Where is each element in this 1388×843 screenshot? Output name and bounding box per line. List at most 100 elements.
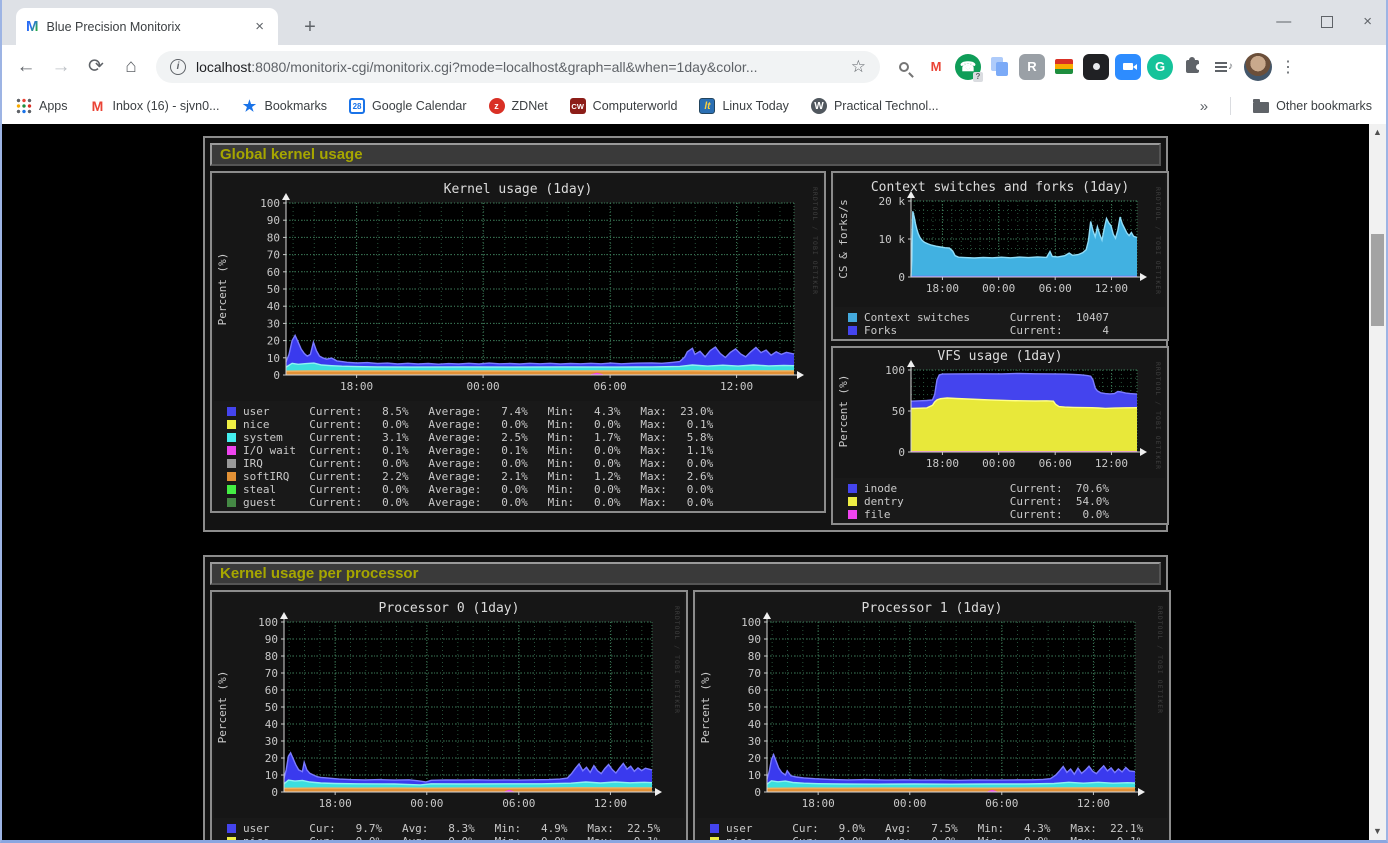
bookmarks-bar: Apps MInbox (16) - sjvn0... ★Bookmarks 28Go… [2,88,1386,124]
legend-row: dentry Current: 54.0% [848,495,1165,508]
bookmark-star-icon[interactable]: ☆ [851,57,866,77]
legend-row: user Cur: 9.7% Avg: 8.3% Min: 4.9% Max: … [227,822,684,835]
browser-menu-icon[interactable]: ⋮ [1279,57,1297,77]
legend-row: I/O wait Current: 0.1% Average: 0.1% Min… [227,444,822,457]
legend-text: I/O wait Current: 0.1% Average: 0.1% Min… [243,444,713,457]
bookmark-item[interactable]: MInbox (16) - sjvn0... [90,98,220,114]
svg-text:00:00: 00:00 [893,797,926,810]
section-title: Global kernel usage [210,143,1161,166]
url-text[interactable]: localhost:8080/monitorix-cgi/monitorix.c… [196,59,841,75]
legend-swatch [227,446,236,455]
bookmark-item[interactable]: ltLinux Today [699,98,789,114]
svg-text:60: 60 [265,684,278,697]
bookmark-label: Apps [39,99,68,113]
legend-row: user Cur: 9.0% Avg: 7.5% Min: 4.3% Max: … [710,822,1167,835]
svg-text:06:00: 06:00 [1039,282,1072,295]
new-tab-button[interactable]: + [297,15,323,41]
legend-text: file Current: 0.0% [864,508,1109,521]
close-button[interactable]: × [1363,14,1372,30]
profile-avatar[interactable] [1244,53,1272,81]
playlist-icon[interactable]: ♪ [1211,54,1237,80]
legend-swatch [227,498,236,507]
legend-swatch [710,837,719,840]
badge: ? [973,72,983,82]
google-voice-icon[interactable]: ☎? [955,54,981,80]
svg-text:70: 70 [748,667,761,680]
section-kernel-usage-per-processor: Kernel usage per processor 0102030405060… [203,555,1168,840]
window-controls: — × [1276,14,1372,30]
processor1-graph: 010203040506070809010018:0000:0006:0012:… [697,594,1167,840]
other-bookmarks-button[interactable]: Other bookmarks [1253,99,1372,113]
bookmarks-divider [1230,97,1231,115]
svg-text:12:00: 12:00 [1095,282,1128,295]
legend-text: nice Current: 0.0% Average: 0.0% Min: 0.… [243,418,713,431]
books-stack-icon[interactable] [1051,54,1077,80]
bookmark-item[interactable]: zZDNet [489,98,548,114]
svg-text:06:00: 06:00 [985,797,1018,810]
page-info-icon[interactable]: i [170,59,186,75]
password-person-icon[interactable] [1083,54,1109,80]
legend-text: Forks Current: 4 [864,324,1109,337]
svg-text:12:00: 12:00 [1095,457,1128,470]
grammarly-icon[interactable]: G [1147,54,1173,80]
chart-legend: Context switches Current: 10407Forks Cur… [835,311,1165,337]
browser-tab[interactable]: M Blue Precision Monitorix × [16,8,278,45]
scroll-up-icon[interactable]: ▲ [1369,124,1386,141]
legend-text: dentry Current: 54.0% [864,495,1109,508]
r-extension-icon[interactable]: R [1019,54,1045,80]
copy-pages-icon[interactable] [987,54,1013,80]
home-icon[interactable]: ⌂ [117,56,145,78]
svg-text:30: 30 [267,317,280,330]
browser-window: M Blue Precision Monitorix × + — × ← → ⟳… [0,0,1388,843]
bookmark-item[interactable]: Apps [16,98,68,114]
scrollbar-thumb[interactable] [1371,234,1384,326]
url-bar[interactable]: i localhost:8080/monitorix-cgi/monitorix… [156,51,880,83]
back-icon[interactable]: ← [12,56,40,78]
svg-text:Processor 1 (1day): Processor 1 (1day) [862,601,1003,616]
chart-cs: 010 k20 k18:0000:0006:0012:00Context swi… [835,175,1165,307]
bookmark-item[interactable]: W Practical Technol... [811,98,939,114]
svg-text:00:00: 00:00 [467,380,500,393]
wordpress-icon: W [811,98,827,114]
legend-swatch [710,824,719,833]
tab-close-icon[interactable]: × [251,18,268,35]
bookmark-label: Computerworld [593,99,678,113]
chart-legend: inode Current: 70.6%dentry Current: 54.0… [835,482,1165,521]
bookmark-item[interactable]: CWComputerworld [570,98,678,114]
minimize-button[interactable]: — [1276,14,1291,30]
processor0-graph: 010203040506070809010018:0000:0006:0012:… [214,594,684,840]
legend-swatch [848,313,857,322]
legend-text: nice Cur: 0.0% Avg: 0.0% Min: 0.0% Max: … [243,835,660,840]
svg-text:18:00: 18:00 [802,797,835,810]
extensions-puzzle-icon[interactable] [1179,54,1205,80]
svg-text:Context switches and forks (1: Context switches and forks (1day) [871,180,1129,195]
url-host: localhost [196,59,251,75]
legend-row: Context switches Current: 10407 [848,311,1165,324]
gmail-icon: M [90,98,106,114]
bookmark-label: Google Calendar [372,99,467,113]
svg-text:Processor 0 (1day): Processor 0 (1day) [379,601,520,616]
forward-icon[interactable]: → [47,56,75,78]
tab-strip: M Blue Precision Monitorix × + — × [2,0,1386,45]
scroll-down-icon[interactable]: ▼ [1369,823,1386,840]
legend-row: nice Current: 0.0% Average: 0.0% Min: 0.… [227,418,822,431]
legend-row: user Current: 8.5% Average: 7.4% Min: 4.… [227,405,822,418]
gmail-extension-icon[interactable]: M [923,54,949,80]
maximize-button[interactable] [1321,16,1333,28]
svg-text:0: 0 [898,271,905,284]
graph-cell-processor0: 010203040506070809010018:0000:0006:0012:… [210,590,688,840]
legend-row: nice Cur: 0.0% Avg: 0.0% Min: 0.0% Max: … [227,835,684,840]
reload-icon[interactable]: ⟳ [82,55,110,78]
bookmarks-overflow-icon[interactable]: » [1200,98,1208,115]
legend-text: Context switches Current: 10407 [864,311,1109,324]
svg-text:90: 90 [748,633,761,646]
scrollbar[interactable]: ▲ ▼ [1369,124,1386,840]
legend-swatch [227,824,236,833]
search-icon[interactable] [891,54,917,80]
bookmark-item[interactable]: 28Google Calendar [349,98,467,114]
bookmark-label: Practical Technol... [834,99,939,113]
video-call-icon[interactable] [1115,54,1141,80]
svg-text:80: 80 [748,650,761,663]
bookmark-item[interactable]: ★Bookmarks [242,98,328,114]
svg-text:06:00: 06:00 [594,380,627,393]
